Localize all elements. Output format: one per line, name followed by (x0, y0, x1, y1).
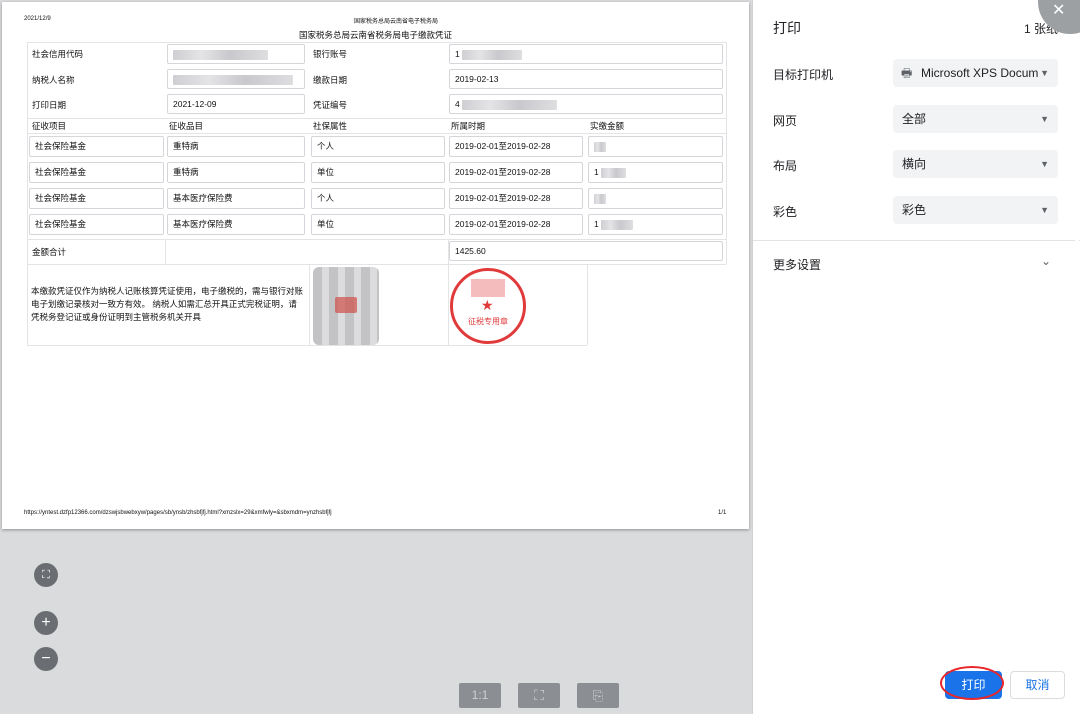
pages-select[interactable]: 全部 ▼ (893, 105, 1058, 133)
print-settings-panel: 打印 1 张纸 目标打印机 🖶 Microsoft XPS Docum ▼ 网页… (752, 0, 1080, 714)
voucher-note: 本缴款凭证仅作为纳税人记账核算凭证使用，电子缴税的，需与银行对账电子划缴记录核对… (31, 286, 304, 322)
layout-select[interactable]: 横向 ▼ (893, 150, 1058, 178)
chevron-down-icon: ▼ (1040, 159, 1049, 169)
actual-size-button[interactable]: 1:1 (459, 683, 501, 708)
zoom-in-button[interactable]: + (34, 611, 58, 635)
total-value: 1425.60 (449, 241, 723, 261)
bank-account-label: 银行账号 (313, 49, 348, 59)
taxpayer-field (167, 69, 305, 89)
zoom-out-button[interactable]: − (34, 647, 58, 671)
qr-code-image (313, 267, 379, 345)
close-icon: ✕ (1052, 2, 1066, 19)
rotate-page-icon: ⎘ (592, 688, 604, 703)
official-seal: ★ 征税专用章 (450, 268, 526, 344)
printer-icon: 🖶 (901, 66, 913, 80)
divider (753, 240, 1080, 241)
panel-title: 打印 (773, 20, 801, 36)
print-date-field: 2021-12-09 (167, 94, 305, 114)
doc-date: 2021/12/9 (24, 16, 51, 22)
destination-select[interactable]: 🖶 Microsoft XPS Docum ▼ (893, 59, 1058, 87)
preview-page: 2021/12/9 国家税务总局云南省电子税务局 国家税务总局云南省税务局电子缴… (2, 2, 749, 529)
rotate-button[interactable]: ⎘ (577, 683, 619, 708)
fit-width-icon: ⛶ (534, 687, 544, 703)
payment-date-field: 2019-02-13 (449, 69, 723, 89)
page-number: 1/1 (718, 510, 727, 516)
highlight-circle (940, 666, 1004, 700)
total-label: 金额合计 (32, 247, 67, 257)
color-select[interactable]: 彩色 ▼ (893, 196, 1058, 224)
scrollbar[interactable] (1075, 40, 1079, 700)
chevron-down-icon: ▼ (1040, 114, 1049, 124)
chevron-down-icon: ▼ (1040, 205, 1049, 215)
site-title: 国家税务总局云南省电子税务局 (354, 19, 439, 25)
page-footer-url: https://yntest.dzfp12366.com/dzswjsbwebx… (24, 510, 332, 516)
header-period: 所属时期 (451, 121, 486, 131)
layout-label: 布局 (773, 159, 798, 173)
doc-title: 国家税务总局云南省税务局电子缴款凭证 (298, 30, 452, 40)
credit-code-field (167, 44, 305, 64)
print-preview-area: 2021/12/9 国家税务总局云南省电子税务局 国家税务总局云南省税务局电子缴… (0, 0, 752, 714)
payment-date-label: 缴款日期 (313, 75, 348, 85)
pages-label: 网页 (773, 114, 798, 128)
chevron-down-icon: ▼ (1040, 68, 1049, 78)
header-category: 征收品目 (169, 121, 204, 131)
header-attr: 社保属性 (313, 121, 348, 131)
cancel-button[interactable]: 取消 (1010, 671, 1065, 699)
print-date-label: 打印日期 (32, 100, 67, 110)
credit-code-label: 社会信用代码 (32, 49, 84, 59)
chevron-down-icon: ⌄ (1041, 254, 1052, 268)
fit-width-button[interactable]: ⛶ (518, 683, 560, 708)
more-settings-toggle[interactable]: 更多设置 ⌄ (753, 248, 1063, 276)
fit-to-page-button[interactable]: ⛶ (34, 563, 58, 587)
destination-label: 目标打印机 (773, 68, 834, 82)
voucher-no-label: 凭证编号 (313, 100, 348, 110)
fit-page-icon: ⛶ (42, 569, 50, 581)
header-amount: 实缴金额 (590, 121, 625, 131)
voucher-no-field: 4 (449, 94, 723, 114)
bank-account-field: 1 (449, 44, 723, 64)
taxpayer-label: 纳税人名称 (32, 75, 75, 85)
color-label: 彩色 (773, 205, 798, 219)
header-item: 征收项目 (32, 121, 67, 131)
